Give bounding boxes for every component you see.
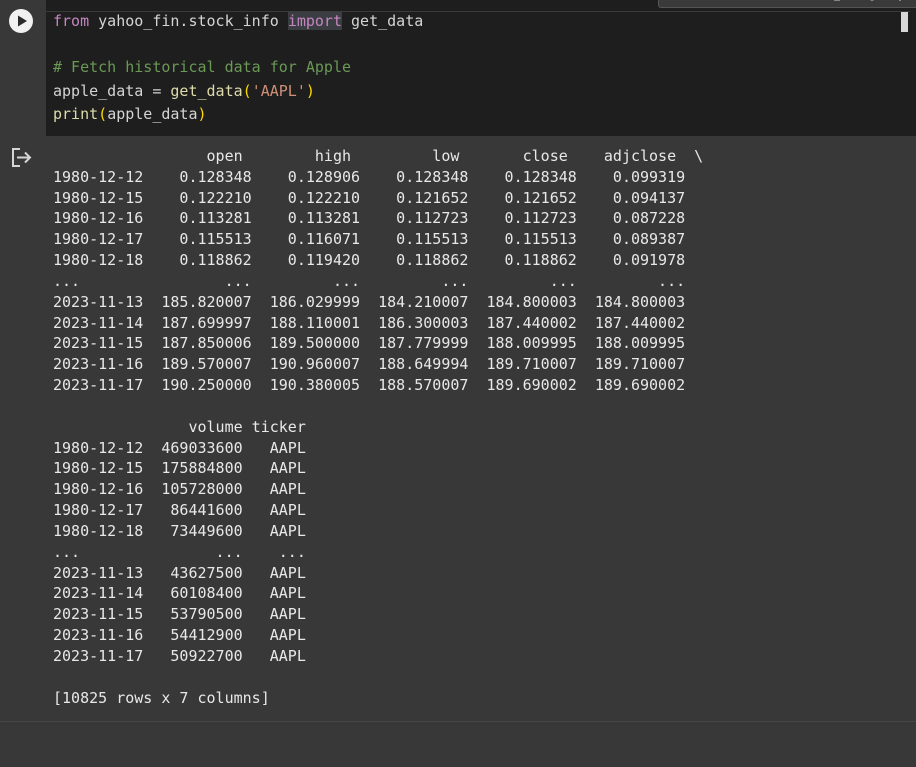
code-line: # Fetch historical data for Apple	[53, 57, 351, 77]
code-line: print(apple_data)	[53, 104, 207, 124]
output-line: 1980-12-12 0.128348 0.128906 0.128348 0.…	[53, 167, 686, 186]
arrow-up-icon[interactable]: ↑	[671, 0, 683, 3]
output-line: 2023-11-17 190.250000 190.380005 188.570…	[53, 376, 686, 395]
code-token: )	[305, 81, 315, 100]
output-line: 2023-11-14 187.699997 188.110001 186.300…	[53, 313, 686, 332]
code-token: apple_data =	[53, 81, 171, 100]
code-line: from yahoo_fin.stock_info import get_dat…	[53, 11, 423, 31]
code-token: )	[197, 104, 207, 123]
output-line: 1980-12-15 0.122210 0.122210 0.121652 0.…	[53, 188, 686, 207]
output-line: 2023-11-13 43627500 AAPL	[53, 563, 306, 582]
code-token: (	[98, 104, 108, 123]
cell-toolbar: ↑ ↓ ∞ ✱ ▤ ▮ ⋮	[658, 0, 916, 8]
code-token: yahoo_fin.stock_info	[89, 12, 288, 30]
output-line: 2023-11-16 189.570007 190.960007 188.649…	[53, 355, 686, 374]
output-line: 2023-11-14 60108400 AAPL	[53, 584, 306, 603]
output-line: 1980-12-17 0.115513 0.116071 0.115513 0.…	[53, 230, 686, 249]
run-cell-button[interactable]	[9, 9, 33, 33]
code-token: print	[53, 104, 99, 123]
code-token: from	[53, 12, 90, 30]
link-icon[interactable]: ∞	[759, 0, 771, 3]
code-line: apple_data = get_data('AAPL')	[53, 81, 315, 101]
output-line: 1980-12-17 86441600 AAPL	[53, 501, 306, 520]
notebook-page: ↑ ↓ ∞ ✱ ▤ ▮ ⋮ from yahoo_fin.stock_info …	[0, 0, 916, 767]
code-cell[interactable]: ↑ ↓ ∞ ✱ ▤ ▮ ⋮ from yahoo_fin.stock_info …	[0, 0, 916, 136]
code-token: import	[287, 12, 342, 30]
output-line: ... ... ...	[53, 542, 306, 561]
mirror-icon[interactable]: ▤	[834, 0, 846, 3]
output-line: 2023-11-16 54412900 AAPL	[53, 626, 306, 645]
output-line: 1980-12-15 175884800 AAPL	[53, 459, 306, 478]
output-line: 1980-12-18 73449600 AAPL	[53, 521, 306, 540]
delete-icon[interactable]: ▮	[869, 0, 881, 3]
output-line: 1980-12-16 0.113281 0.113281 0.112723 0.…	[53, 209, 686, 228]
output-line: ... ... ... ... ... ...	[53, 271, 686, 290]
code-token: (	[242, 81, 252, 100]
output-line: 1980-12-18 0.118862 0.119420 0.118862 0.…	[53, 251, 686, 270]
output-line: volume ticker	[53, 417, 306, 436]
output-redirect-icon[interactable]	[10, 147, 34, 167]
output-line: 2023-11-17 50922700 AAPL	[53, 646, 306, 665]
code-token: get_data	[170, 81, 243, 100]
arrow-down-icon[interactable]: ↓	[699, 0, 711, 3]
output-line: 2023-11-15 187.850006 189.500000 187.779…	[53, 334, 686, 353]
more-icon[interactable]: ⋮	[895, 0, 907, 3]
code-token: apple_data	[107, 104, 198, 123]
cell-divider	[0, 721, 916, 722]
editor-scrollbar[interactable]	[901, 12, 908, 32]
code-token: get_data	[342, 12, 424, 30]
output-line: 1980-12-16 105728000 AAPL	[53, 480, 306, 499]
output-line: 2023-11-13 185.820007 186.029999 184.210…	[53, 292, 686, 311]
output-line: open high low close adjclose \	[53, 147, 704, 165]
code-token: # Fetch historical data for Apple	[53, 58, 352, 77]
output-line: 2023-11-15 53790500 AAPL	[53, 605, 306, 624]
code-token: 'AAPL'	[251, 81, 306, 100]
output-line: [10825 rows x 7 columns]	[53, 688, 270, 707]
output-line: 1980-12-12 469033600 AAPL	[53, 438, 306, 457]
gear-icon[interactable]: ✱	[799, 0, 811, 3]
play-icon	[18, 15, 27, 27]
